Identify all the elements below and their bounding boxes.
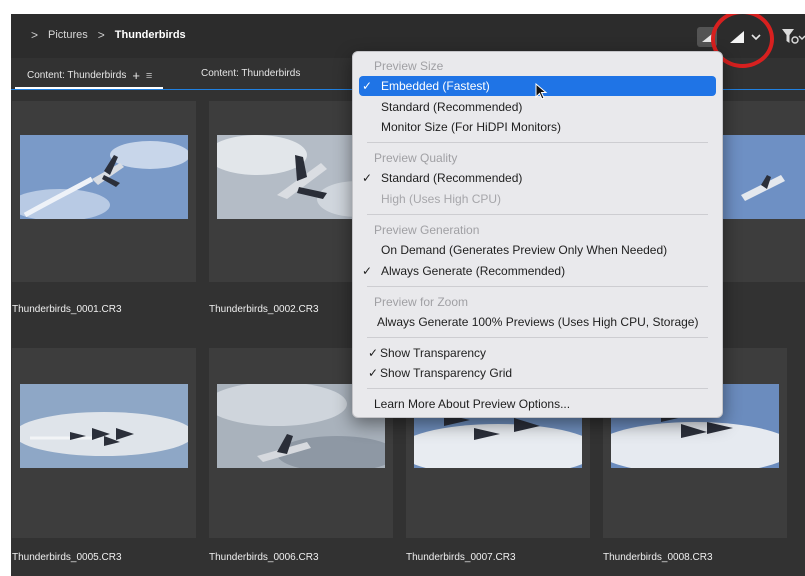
filter-button[interactable] (781, 26, 805, 48)
menu-item-always-generate[interactable]: ✓ Always Generate (Recommended) (359, 261, 716, 281)
menu-header-preview-size: Preview Size (374, 59, 444, 73)
menu-item-show-transparency-grid[interactable]: ✓ Show Transparency Grid (359, 363, 716, 383)
tab-menu-button[interactable]: ≡ (146, 70, 152, 82)
thumbnail-image (20, 135, 188, 219)
tab-content-thunderbirds-2[interactable]: Content: Thunderbirds (201, 68, 300, 79)
thumbnail-card-partial[interactable] (711, 101, 805, 282)
menu-header-preview-zoom: Preview for Zoom (374, 295, 469, 309)
menu-item-standard-quality[interactable]: ✓ Standard (Recommended) (359, 168, 716, 188)
menu-header-preview-quality: Preview Quality (374, 151, 458, 165)
menu-item-on-demand[interactable]: On Demand (Generates Preview Only When N… (359, 240, 716, 260)
menu-divider (367, 337, 708, 338)
breadcrumb: > Pictures > Thunderbirds (31, 28, 186, 42)
preview-options-menu: Preview Size ✓ Embedded (Fastest) Standa… (352, 51, 723, 418)
file-name-label: Thunderbirds_0001.CR3 (12, 304, 122, 315)
menu-item-100-previews[interactable]: Always Generate 100% Previews (Uses High… (359, 312, 716, 332)
menu-divider (367, 214, 708, 215)
file-name-label: Thunderbirds_0008.CR3 (603, 552, 713, 563)
thumbnail-card-0001[interactable] (12, 101, 196, 282)
tab-content-thunderbirds-1[interactable]: Content: Thunderbirds + ≡ (27, 68, 152, 83)
menu-divider (367, 142, 708, 143)
menu-item-high-quality: High (Uses High CPU) (381, 192, 502, 206)
filter-icon (782, 29, 805, 44)
checkmark-icon: ✓ (368, 366, 379, 380)
menu-divider (367, 286, 708, 287)
file-name-label: Thunderbirds_0005.CR3 (12, 552, 122, 563)
thumbnail-image (721, 135, 805, 219)
chevron-right-icon[interactable]: > (31, 28, 38, 42)
menu-item-learn-more[interactable]: Learn More About Preview Options... (359, 394, 716, 414)
file-name-label: Thunderbirds_0007.CR3 (406, 552, 516, 563)
menu-divider (367, 388, 708, 389)
breadcrumb-pictures[interactable]: Pictures (48, 29, 88, 41)
tab-label: Content: Thunderbirds (27, 70, 127, 81)
thumbnail-card-0005[interactable] (12, 348, 196, 538)
breadcrumb-thunderbirds[interactable]: Thunderbirds (115, 29, 186, 41)
pointer-cursor-icon (535, 83, 548, 100)
thumbnail-image (20, 384, 188, 468)
checkmark-icon: ✓ (362, 171, 373, 185)
tab-label: Content: Thunderbirds (201, 68, 301, 79)
checkmark-icon: ✓ (362, 79, 373, 93)
menu-item-monitor-size[interactable]: Monitor Size (For HiDPI Monitors) (359, 117, 716, 137)
checkmark-icon: ✓ (368, 346, 379, 360)
file-name-label: Thunderbirds_0002.CR3 (209, 304, 319, 315)
active-tab-indicator (15, 87, 163, 89)
add-tab-button[interactable]: + (132, 68, 140, 83)
menu-header-preview-generation: Preview Generation (374, 223, 480, 237)
chevron-right-icon: > (97, 28, 105, 42)
menu-item-show-transparency[interactable]: ✓ Show Transparency (359, 343, 716, 363)
file-name-label: Thunderbirds_0006.CR3 (209, 552, 319, 563)
checkmark-icon: ✓ (362, 264, 373, 278)
